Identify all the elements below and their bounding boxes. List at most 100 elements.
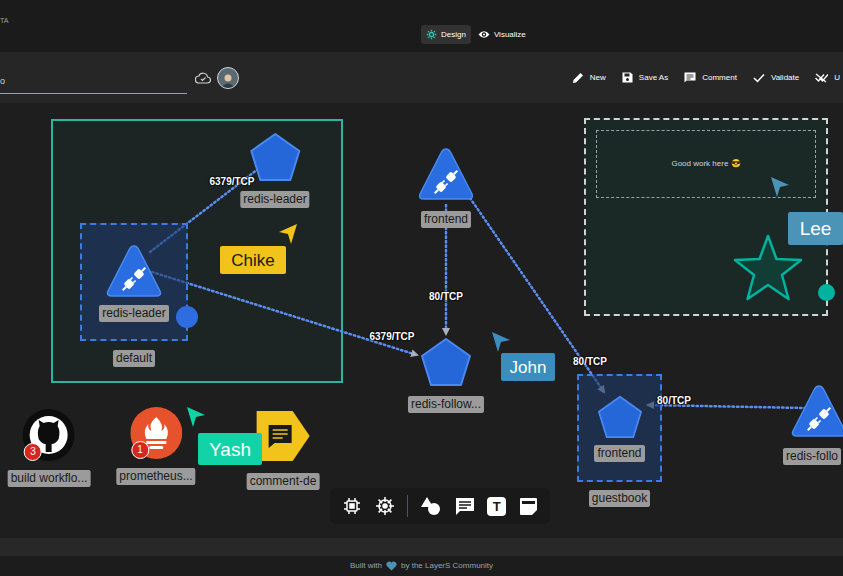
comment-tool-icon[interactable] <box>455 497 475 516</box>
node-icon-holder[interactable]: 1 <box>130 407 182 459</box>
helm-wheel-icon[interactable] <box>375 496 395 516</box>
check-icon <box>753 73 765 83</box>
namespace-label: default <box>113 350 155 367</box>
view-tab-label: Design <box>441 31 466 39</box>
app-title: TA <box>0 17 421 24</box>
design-icon <box>426 29 437 40</box>
resize-handle[interactable] <box>818 284 835 301</box>
node-label: redis-follow... <box>408 396 484 413</box>
action-label: Save As <box>639 74 668 82</box>
footer: Built with by the LayerS Community <box>0 556 843 576</box>
action-label: Validate <box>771 74 799 82</box>
shapes-icon[interactable] <box>420 496 442 516</box>
node-icon-holder[interactable] <box>417 146 475 202</box>
collaborator-tag: Yash <box>198 433 262 465</box>
node-selection-box[interactable]: frontend <box>577 374 662 482</box>
action-button[interactable]: Comment <box>684 72 737 83</box>
heart-icon <box>386 561 397 571</box>
node-icon-holder[interactable] <box>254 408 312 464</box>
node-icon-holder[interactable]: 3 <box>23 409 75 461</box>
edge-label: 6379/TCP <box>369 332 414 342</box>
collaborator-name: Yash <box>209 440 251 459</box>
edge-label: 6379/TCP <box>209 177 254 187</box>
service-icon[interactable] <box>597 395 643 439</box>
node[interactable]: 3build workflo... <box>8 409 91 487</box>
text-tool-glyph: T <box>493 500 501 513</box>
view-tab[interactable]: Visualize <box>473 25 531 44</box>
save-icon <box>622 72 633 83</box>
footer-text: by the LayerS Community <box>401 562 493 570</box>
cursor-arrow-icon <box>769 175 791 199</box>
sticky-note-icon[interactable] <box>519 497 538 516</box>
pencil-icon <box>572 72 584 84</box>
cloud-saved-icon <box>195 72 211 84</box>
page: {"app": {"title_fragment": "TA"}, "view_… <box>0 0 843 576</box>
footer-text: Built with <box>350 562 382 570</box>
node-selection-box[interactable]: redis-leader <box>80 223 188 341</box>
action-button[interactable]: U <box>815 73 840 83</box>
node[interactable]: frontend <box>417 146 475 228</box>
text-tool[interactable]: T <box>487 497 506 516</box>
collaborator-name: John <box>510 359 547 376</box>
namespace-label: guestbook <box>589 490 650 507</box>
comment-icon <box>684 72 696 83</box>
node-icon-holder[interactable] <box>420 337 472 387</box>
action-button[interactable]: Validate <box>753 73 799 83</box>
design-canvas[interactable]: Good work here 😎redis-leaderredis-leader… <box>0 103 843 538</box>
cursor-arrow-icon <box>185 405 207 429</box>
service-icon[interactable] <box>249 132 301 182</box>
deployment-icon[interactable] <box>417 146 475 202</box>
design-bar: o New Save As Comment Validate U <box>0 52 843 103</box>
node-label: redis-leader <box>99 305 168 322</box>
top-bar: TA Design Visualize <box>0 0 843 52</box>
collaborator-name: Chike <box>231 252 274 269</box>
view-tab-label: Visualize <box>494 31 526 39</box>
action-button[interactable]: New <box>572 72 606 84</box>
collaborator-tag: Chike <box>220 246 286 274</box>
design-name[interactable]: o <box>0 76 5 86</box>
cursor-arrow-icon <box>490 330 512 354</box>
view-tab[interactable]: Design <box>421 25 471 44</box>
node[interactable]: frontend guestbook <box>577 374 662 507</box>
service-icon[interactable] <box>420 337 472 387</box>
collaborator-tag: Lee <box>788 212 843 245</box>
count-badge: 1 <box>131 441 149 459</box>
design-actions: New Save As Comment Validate U <box>572 72 843 84</box>
comment-note-text: Good work here 😎 <box>671 158 740 170</box>
dock-separator <box>407 495 408 517</box>
cursor-arrow-icon <box>277 222 299 246</box>
collaborator-name: Lee <box>800 219 832 238</box>
action-label: Comment <box>702 74 737 82</box>
node-label: comment-de <box>247 473 320 490</box>
edge-label: 80/TCP <box>429 292 463 302</box>
action-button[interactable]: Save As <box>622 72 668 83</box>
edge-label: 80/TCP <box>657 396 691 406</box>
canvas-bottom-band <box>0 538 843 556</box>
comment-note[interactable]: Good work here 😎 <box>596 130 816 198</box>
action-label: U <box>834 74 840 82</box>
node[interactable]: 1 prometheus... <box>116 407 195 485</box>
node-label: frontend <box>421 211 471 228</box>
edge-label: 80/TCP <box>573 357 607 367</box>
node-icon-holder[interactable] <box>790 383 841 439</box>
deployment-icon[interactable] <box>105 243 163 299</box>
design-name-field[interactable]: o <box>0 67 187 94</box>
view-tabs: Design Visualize <box>421 25 531 44</box>
component-icon[interactable] <box>342 496 362 516</box>
action-label: New <box>590 74 606 82</box>
node[interactable]: redis-leader default <box>80 223 188 367</box>
deployment-icon[interactable] <box>790 383 843 439</box>
node-icon-holder[interactable] <box>249 132 301 182</box>
eye-icon <box>478 29 490 40</box>
node-label: redis-follo <box>783 448 841 465</box>
double-check-icon <box>815 73 828 83</box>
comment-node-icon[interactable] <box>254 408 312 464</box>
node-label: redis-leader <box>240 191 309 208</box>
connection-handle[interactable] <box>176 306 198 328</box>
node-label: prometheus... <box>116 468 195 485</box>
collaborator-tag: John <box>501 353 555 381</box>
node[interactable]: redis-follow... <box>408 337 484 413</box>
node[interactable]: redis-leader <box>240 132 309 208</box>
user-avatar[interactable] <box>217 67 239 89</box>
node[interactable]: redis-follo <box>783 383 841 465</box>
